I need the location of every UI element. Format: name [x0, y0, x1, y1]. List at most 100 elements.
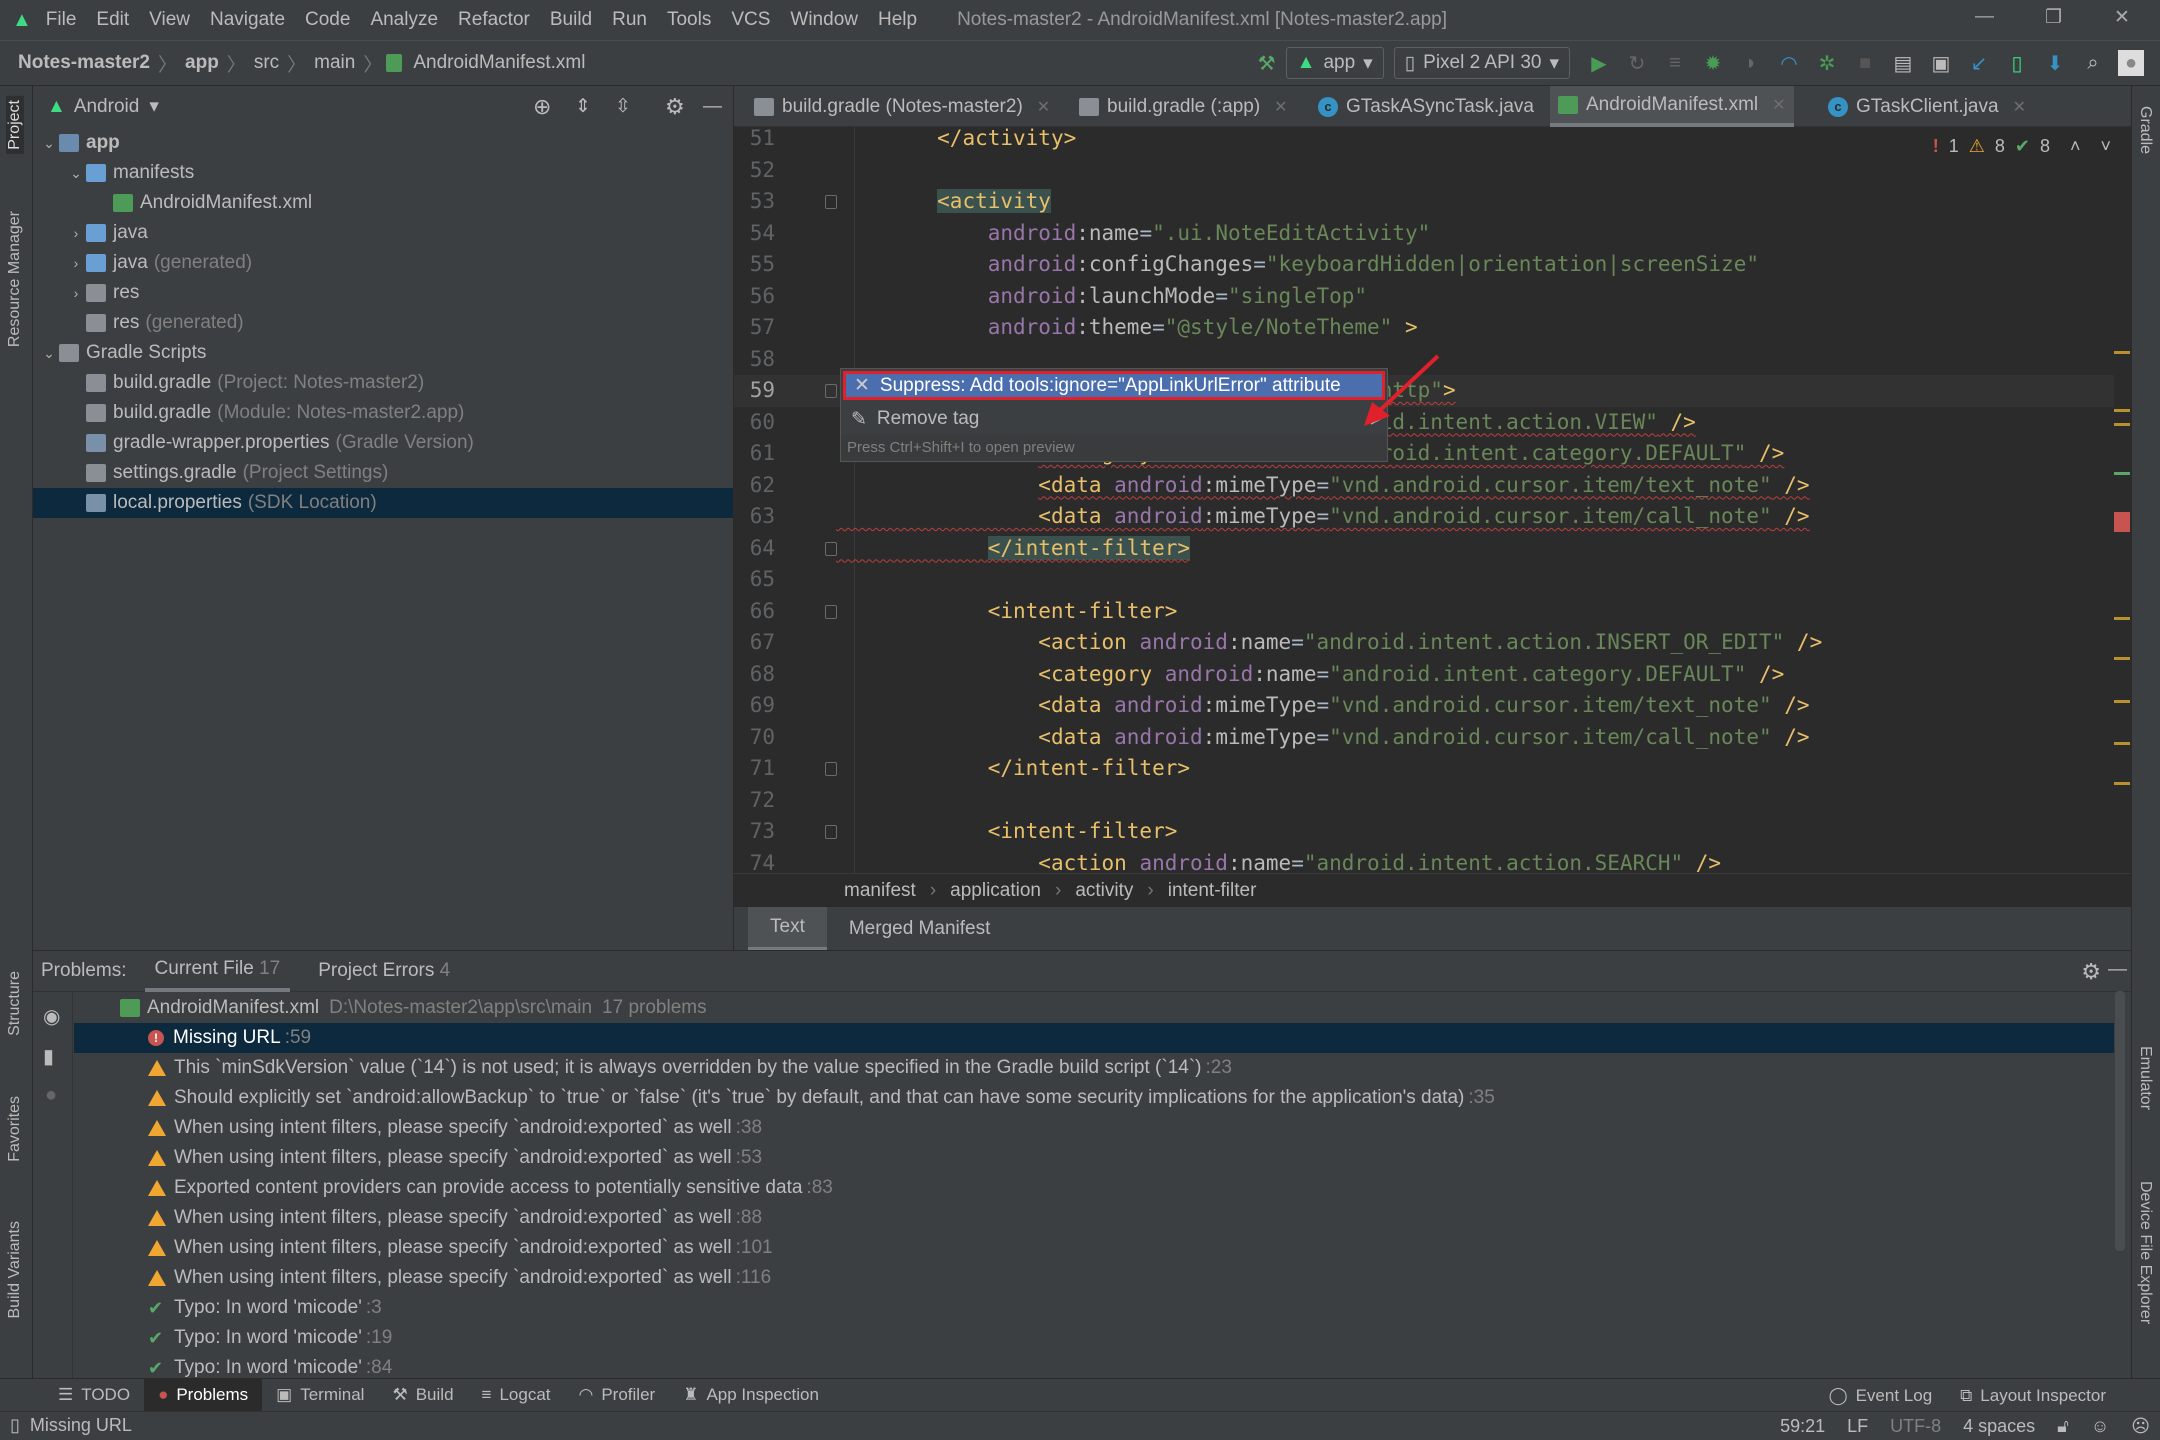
warning-marker[interactable] — [2114, 782, 2130, 785]
tree-item[interactable]: local.properties (SDK Location) — [33, 488, 733, 518]
build-hammer-icon[interactable]: ⚒ — [1254, 50, 1280, 76]
collapse-all-icon[interactable]: ⇳ — [615, 95, 631, 118]
code-line[interactable]: 53 <activity — [734, 186, 2114, 218]
tool-event-log[interactable]: ◯ Event Log — [1815, 1379, 1947, 1412]
hide-panel-icon[interactable]: — — [2108, 959, 2127, 981]
avd-manager-icon[interactable]: ▣ — [1928, 50, 1954, 76]
tree-item[interactable]: › java — [33, 218, 733, 248]
breadcrumb-item[interactable]: src — [254, 52, 279, 74]
editor-tab[interactable]: cGTaskASyncTask.java✕ — [1310, 86, 1569, 127]
apply-code-changes-icon[interactable]: ≡ — [1662, 50, 1688, 76]
debug-icon[interactable]: ✹ — [1700, 50, 1726, 76]
warning-marker[interactable] — [2114, 657, 2130, 660]
code-line[interactable]: 54 android:name=".ui.NoteEditActivity" — [734, 218, 2114, 250]
xml-breadcrumb-item[interactable]: manifest — [844, 880, 916, 902]
breadcrumb-item[interactable]: AndroidManifest.xml — [413, 52, 585, 74]
build-variants-tool-button[interactable]: Build Variants — [6, 1221, 24, 1319]
chevron-right-icon[interactable]: › — [66, 255, 86, 271]
code-line[interactable]: 73 <intent-filter> — [734, 816, 2114, 848]
project-structure-icon[interactable]: ▤ — [1890, 50, 1916, 76]
warning-marker[interactable] — [2114, 423, 2130, 426]
warning-marker[interactable] — [2114, 742, 2130, 745]
code-line[interactable]: 51 </activity> — [734, 127, 2114, 155]
code-line[interactable]: 67 <action android:name="android.intent.… — [734, 627, 2114, 659]
close-tab-icon[interactable]: ✕ — [1772, 95, 1785, 115]
tool-app-inspection[interactable]: ♜ App Inspection — [669, 1379, 833, 1412]
resource-manager-tool-button[interactable]: Resource Manager — [6, 211, 24, 347]
problem-item[interactable]: Should explicitly set `android:allowBack… — [74, 1083, 2114, 1113]
gear-icon[interactable]: ⚙ — [665, 94, 685, 120]
profile-icon[interactable]: ◠ — [1776, 50, 1802, 76]
tree-item[interactable]: › res — [33, 278, 733, 308]
sad-feedback-icon[interactable]: ☹ — [2131, 1416, 2150, 1437]
code-line[interactable]: 63 <data android:mimeType="vnd.android.c… — [734, 501, 2114, 533]
code-area[interactable]: 51 </activity> 52 53 <activity 54 android:n… — [734, 127, 2131, 873]
eye-icon[interactable]: ◉ — [43, 1004, 60, 1029]
close-tab-icon[interactable]: ✕ — [1037, 97, 1050, 117]
problem-item[interactable]: This `minSdkVersion` value (`14`) is not… — [74, 1053, 2114, 1083]
expand-all-icon[interactable]: ⇕ — [575, 95, 591, 118]
problem-item[interactable]: ✔ Typo: In word 'micode':19 — [74, 1323, 2114, 1353]
close-window-button[interactable]: ✕ — [2114, 6, 2130, 29]
run-icon[interactable]: ▶ — [1586, 50, 1612, 76]
tab-merged-manifest[interactable]: Merged Manifest — [827, 907, 1013, 950]
tree-item[interactable]: › java (generated) — [33, 248, 733, 278]
problem-item[interactable]: ! Missing URL:59 — [74, 1023, 2114, 1053]
problem-item[interactable]: When using intent filters, please specif… — [74, 1143, 2114, 1173]
code-line[interactable]: 68 <category android:name="android.inten… — [734, 659, 2114, 691]
code-line[interactable]: 65 — [734, 564, 2114, 596]
code-line[interactable]: 55 android:configChanges="keyboardHidden… — [734, 249, 2114, 281]
unlock-icon[interactable]: 🔓︎ — [2057, 1416, 2069, 1437]
menu-build[interactable]: Build — [550, 9, 592, 31]
menu-refactor[interactable]: Refactor — [458, 9, 530, 31]
device-select[interactable]: ▯ Pixel 2 API 30 ▾ — [1393, 47, 1570, 79]
problems-scrollbar[interactable] — [2115, 991, 2125, 1251]
menu-file[interactable]: File — [46, 9, 77, 31]
minimize-button[interactable]: — — [1975, 6, 1994, 28]
warning-marker[interactable] — [2114, 700, 2130, 703]
chevron-down-icon[interactable]: ▾ — [149, 95, 159, 118]
tree-item[interactable]: settings.gradle (Project Settings) — [33, 458, 733, 488]
close-tab-icon[interactable]: ✕ — [1274, 97, 1287, 117]
problem-item[interactable]: When using intent filters, please specif… — [74, 1113, 2114, 1143]
tool-build[interactable]: ⚒ Build — [378, 1379, 467, 1412]
tab-project-errors[interactable]: Project Errors 4 — [308, 951, 460, 992]
xml-breadcrumb-item[interactable]: activity — [1075, 880, 1133, 902]
warning-marker[interactable] — [2114, 409, 2130, 412]
tree-item[interactable]: build.gradle (Module: Notes-master2.app) — [33, 398, 733, 428]
menu-view[interactable]: View — [149, 9, 190, 31]
xml-breadcrumb-item[interactable]: intent-filter — [1168, 880, 1257, 902]
xml-breadcrumb-item[interactable]: application — [950, 880, 1041, 902]
menu-run[interactable]: Run — [612, 9, 647, 31]
menu-help[interactable]: Help — [878, 9, 917, 31]
chevron-down-icon[interactable]: ⌄ — [39, 135, 59, 152]
menu-code[interactable]: Code — [305, 9, 350, 31]
coverage-icon[interactable]: ◗ — [1738, 50, 1764, 76]
breadcrumb-item[interactable]: Notes-master2 — [18, 52, 150, 74]
bulb-icon[interactable]: ● — [45, 1084, 57, 1107]
status-panel-icon[interactable]: ▯ — [10, 1415, 20, 1436]
problem-item[interactable]: When using intent filters, please specif… — [74, 1263, 2114, 1293]
chevron-down-icon[interactable]: ⌄ — [66, 165, 86, 182]
menu-tools[interactable]: Tools — [667, 9, 711, 31]
menu-window[interactable]: Window — [790, 9, 858, 31]
close-tab-icon[interactable]: ✕ — [2013, 97, 2026, 117]
line-separator[interactable]: LF — [1847, 1416, 1868, 1437]
file-encoding[interactable]: UTF-8 — [1890, 1416, 1941, 1437]
typo-marker[interactable] — [2114, 472, 2130, 475]
sync-gradle-icon[interactable]: ↙ — [1966, 50, 1992, 76]
tree-item[interactable]: res (generated) — [33, 308, 733, 338]
code-line[interactable]: 71 </intent-filter> — [734, 753, 2114, 785]
indent-setting[interactable]: 4 spaces — [1963, 1416, 2035, 1437]
remove-tag-item[interactable]: ✎ Remove tag ▶ — [851, 405, 1381, 433]
tree-item[interactable]: ⌄ manifests — [33, 158, 733, 188]
code-line[interactable]: 74 <action android:name="android.intent.… — [734, 848, 2114, 874]
gear-icon[interactable]: ⚙ — [2081, 959, 2101, 985]
tree-item[interactable]: ⌄ Gradle Scripts — [33, 338, 733, 368]
tool-logcat[interactable]: ≡ Logcat — [468, 1379, 565, 1412]
problem-item[interactable]: ✔ Typo: In word 'micode':3 — [74, 1293, 2114, 1323]
code-line[interactable]: 62 <data android:mimeType="vnd.android.c… — [734, 470, 2114, 502]
favorites-tool-button[interactable]: Favorites — [6, 1096, 24, 1162]
locate-file-icon[interactable]: ⊕ — [533, 94, 551, 120]
editor-tab[interactable]: c GTaskClient.java ✕ — [1820, 86, 2034, 127]
